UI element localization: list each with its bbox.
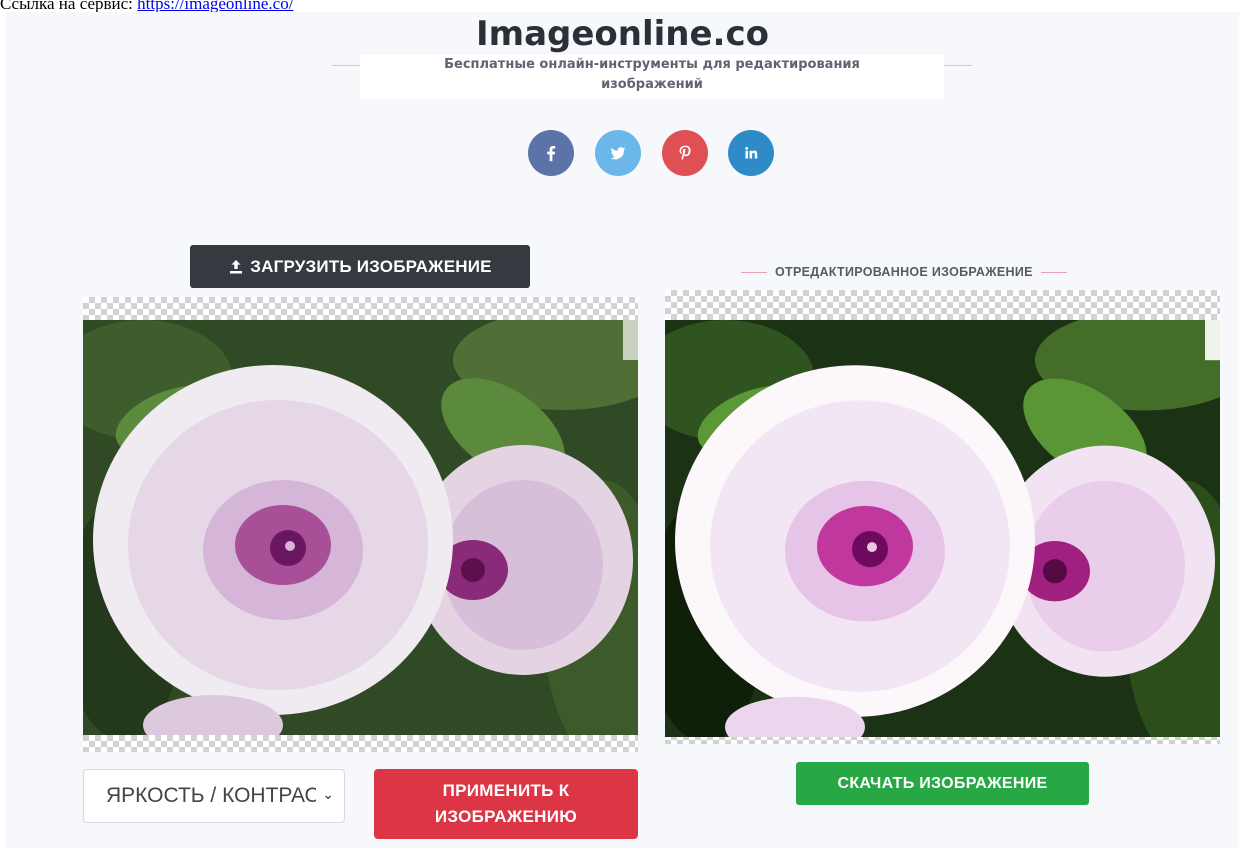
original-image xyxy=(83,320,638,735)
edited-image-label: ОТРЕДАКТИРОВАННОЕ ИЗОБРАЖЕНИЕ xyxy=(775,265,1033,279)
tagline-line-1: Бесплатные онлайн-инструменты для редакт… xyxy=(444,57,860,72)
effect-select[interactable]: ЯРКОСТЬ / КОНТРАСТНОСТЬ ⌄ xyxy=(83,769,345,823)
download-image-button[interactable]: СКАЧАТЬ ИЗОБРАЖЕНИЕ xyxy=(796,762,1089,805)
facebook-icon xyxy=(547,145,556,162)
chevron-down-icon: ⌄ xyxy=(322,786,334,802)
edited-image xyxy=(665,320,1220,737)
apply-to-image-button[interactable]: ПРИМЕНИТЬ К ИЗОБРАЖЕНИЮ xyxy=(374,769,638,839)
effect-select-value: ЯРКОСТЬ / КОНТРАСТНОСТЬ xyxy=(106,784,316,807)
linkedin-share-button[interactable] xyxy=(728,130,774,176)
apply-label-line-2: ИЗОБРАЖЕНИЮ xyxy=(434,807,578,826)
upload-image-label: ЗАГРУЗИТЬ ИЗОБРАЖЕНИЕ xyxy=(250,256,492,276)
facebook-share-button[interactable] xyxy=(528,130,574,176)
edited-image-heading: ОТРЕДАКТИРОВАННОЕ ИЗОБРАЖЕНИЕ xyxy=(741,260,1141,284)
upload-image-button[interactable]: ЗАГРУЗИТЬ ИЗОБРАЖЕНИЕ xyxy=(190,245,530,288)
twitter-icon xyxy=(610,147,626,160)
twitter-share-button[interactable] xyxy=(595,130,641,176)
upload-icon xyxy=(230,259,243,273)
site-logo[interactable]: Imageonline.co xyxy=(6,14,1239,54)
tagline-line-2: изображений xyxy=(601,77,703,92)
pinterest-icon xyxy=(679,145,691,161)
heading-rule-right xyxy=(1040,271,1067,273)
tagline-divider-left xyxy=(332,65,360,66)
linkedin-icon xyxy=(745,147,758,159)
tool-panel: Imageonline.co Бесплатные онлайн-инструм… xyxy=(6,12,1239,848)
download-image-label: СКАЧАТЬ ИЗОБРАЖЕНИЕ xyxy=(837,774,1048,792)
apply-label-line-1: ПРИМЕНИТЬ К xyxy=(442,781,570,800)
heading-rule-left xyxy=(741,271,767,273)
pinterest-share-button[interactable] xyxy=(662,130,708,176)
tagline: Бесплатные онлайн-инструменты для редакт… xyxy=(360,55,944,99)
tagline-divider-right xyxy=(944,65,972,66)
